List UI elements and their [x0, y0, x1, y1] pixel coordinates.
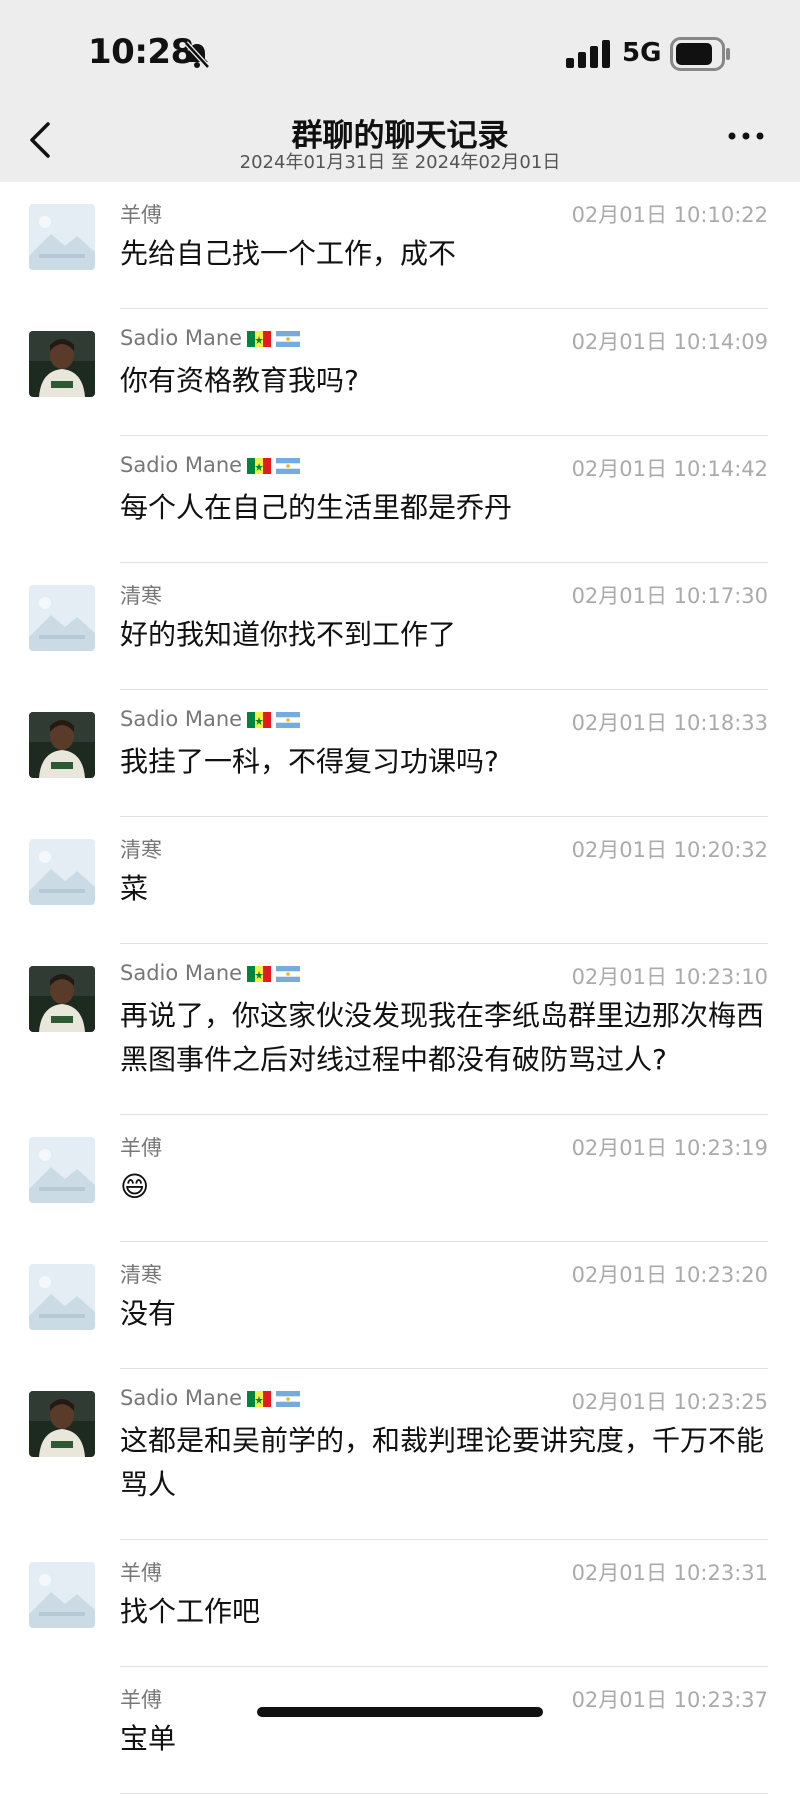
sender-name-text: Sadio Mane [120, 1386, 243, 1410]
battery-icon [670, 37, 730, 71]
message-text: 你有资格教育我吗? [120, 364, 359, 397]
message-time: 02月01日 10:23:19 [571, 1136, 768, 1160]
sender-name: Sadio Mane [120, 961, 301, 985]
flag-icons [242, 961, 301, 985]
message-item[interactable]: 清寒 02月01日 10:23:20 没有 [0, 1242, 800, 1369]
sender-name: 清寒 [120, 834, 162, 864]
message-text: 找个工作吧 [120, 1595, 261, 1628]
message-time: 02月01日 10:17:30 [571, 584, 768, 608]
message-text: 再说了，你这家伙没发现我在李纸岛群里边那次梅西黑图事件之后对线过程中都没有破防骂… [120, 999, 765, 1076]
top-bar: 10:28 5G 群聊的聊天记录 2024年01月31日 至 2024年02月0… [0, 0, 800, 182]
sender-name-text: Sadio Mane [120, 961, 243, 985]
flag-icons [242, 326, 301, 350]
message-time: 02月01日 10:14:09 [571, 330, 768, 354]
message-time: 02月01日 10:23:20 [571, 1263, 768, 1287]
avatar-placeholder[interactable] [29, 585, 95, 651]
flag-icons [242, 707, 301, 731]
message-item[interactable]: 羊傅 02月01日 10:23:37 宝单 [0, 1667, 800, 1794]
message-text: 先给自己找一个工作，成不 [120, 237, 457, 270]
sender-name-text: Sadio Mane [120, 326, 243, 350]
sender-name: Sadio Mane [120, 453, 301, 477]
message-time: 02月01日 10:23:31 [571, 1561, 768, 1585]
message-time: 02月01日 10:23:37 [571, 1688, 768, 1712]
avatar-placeholder[interactable] [29, 1562, 95, 1628]
message-text: 这都是和吴前学的，和裁判理论要讲究度，千万不能骂人 [120, 1424, 765, 1501]
more-dots-icon[interactable] [726, 126, 766, 146]
status-time: 10:28 [88, 32, 194, 72]
sender-name: 羊傅 [120, 1684, 162, 1714]
message-item[interactable]: Sadio Mane 02月01日 10:23:10 再说了，你这家伙没发现我在李纸… [0, 944, 800, 1115]
message-text: 好的我知道你找不到工作了 [120, 618, 457, 651]
sender-name-text: 清寒 [120, 838, 162, 862]
sender-name-text: 羊傅 [120, 1688, 162, 1712]
avatar-placeholder[interactable] [29, 1264, 95, 1330]
message-item[interactable]: Sadio Mane 02月01日 10:14:09 你有资格教育我吗? [0, 309, 800, 436]
sender-name: 清寒 [120, 580, 162, 610]
message-time: 02月01日 10:23:25 [571, 1390, 768, 1414]
message-time: 02月01日 10:18:33 [571, 711, 768, 735]
avatar-photo[interactable] [29, 331, 95, 397]
sender-name: 清寒 [120, 1259, 162, 1289]
message-text: 😄 [120, 1170, 150, 1203]
avatar-photo[interactable] [29, 712, 95, 778]
message-item[interactable]: Sadio Mane 02月01日 10:18:33 我挂了一科，不得复习功课吗? [0, 690, 800, 817]
sender-name: 羊傅 [120, 1132, 162, 1162]
flag-icons [242, 1386, 301, 1410]
avatar-placeholder[interactable] [29, 204, 95, 270]
avatar-photo[interactable] [29, 1391, 95, 1457]
network-label: 5G [622, 38, 662, 68]
message-time: 02月01日 10:23:10 [571, 965, 768, 989]
sender-name-text: 羊傅 [120, 1136, 162, 1160]
message-text: 我挂了一科，不得复习功课吗? [120, 745, 499, 778]
sender-name-text: 羊傅 [120, 1561, 162, 1585]
message-time: 02月01日 10:14:42 [571, 457, 768, 481]
flag-icons [242, 453, 301, 477]
sender-name-text: 羊傅 [120, 203, 162, 227]
message-time: 02月01日 10:10:22 [571, 203, 768, 227]
home-indicator [257, 1707, 543, 1717]
avatar-photo[interactable] [29, 966, 95, 1032]
sender-name-text: Sadio Mane [120, 453, 243, 477]
bell-slash-icon [184, 41, 210, 69]
message-item[interactable]: 羊傅 02月01日 10:23:31 找个工作吧 [0, 1540, 800, 1667]
message-item[interactable]: 清寒 02月01日 10:17:30 好的我知道你找不到工作了 [0, 563, 800, 690]
sender-name: Sadio Mane [120, 707, 301, 731]
message-item[interactable]: Sadio Mane 02月01日 10:23:25 这都是和吴前学的，和裁判理论要… [0, 1369, 800, 1540]
avatar-placeholder[interactable] [29, 1137, 95, 1203]
message-text: 没有 [120, 1297, 177, 1330]
message-item[interactable]: 羊傅 02月01日 10:23:19 😄 [0, 1115, 800, 1242]
sender-name: Sadio Mane [120, 326, 301, 350]
sender-name-text: 清寒 [120, 584, 162, 608]
sender-name-text: Sadio Mane [120, 707, 243, 731]
message-item[interactable]: Sadio Mane 02月01日 10:14:42 每个人在自己的生活里都是乔丹 [0, 436, 800, 563]
sender-name: 羊傅 [120, 1557, 162, 1587]
sender-name: Sadio Mane [120, 1386, 301, 1410]
message-item[interactable]: 清寒 02月01日 10:20:32 菜 [0, 817, 800, 944]
message-item[interactable]: 羊傅 02月01日 10:10:22 先给自己找一个工作，成不 [0, 182, 800, 309]
message-text: 每个人在自己的生活里都是乔丹 [120, 491, 513, 524]
message-text: 菜 [120, 872, 149, 905]
signal-icon [566, 40, 610, 68]
message-time: 02月01日 10:20:32 [571, 838, 768, 862]
avatar-placeholder[interactable] [29, 839, 95, 905]
message-text: 宝单 [120, 1722, 177, 1755]
date-range: 2024年01月31日 至 2024年02月01日 [239, 152, 561, 173]
sender-name-text: 清寒 [120, 1263, 162, 1287]
sender-name: 羊傅 [120, 199, 162, 229]
